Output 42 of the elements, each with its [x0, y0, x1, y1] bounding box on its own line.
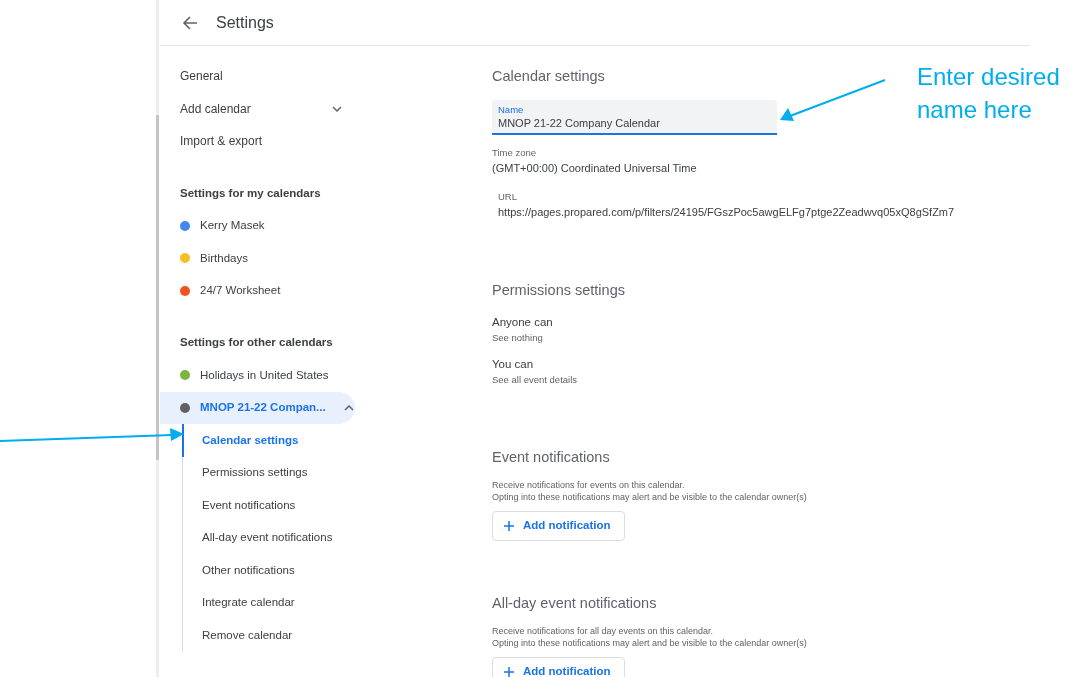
section-heading: Event notifications [492, 448, 610, 467]
url-text: https://pages.propared.com/p/filters/24195/FGszPoc5awgELFg7ptge2Zeadwvq05xQ8gSfZm7 [498, 204, 956, 220]
chevron-icon[interactable] [343, 403, 354, 412]
sidebar-subitem[interactable]: Event notifications [202, 496, 296, 514]
section-heading: All-day event notifications [492, 593, 657, 613]
sidebar-subitem[interactable]: Calendar settings [202, 431, 299, 449]
calendar-item[interactable]: Birthdays [160, 242, 355, 275]
add-notification-button[interactable]: Add notification [492, 656, 625, 677]
page-title: Settings [216, 12, 274, 33]
calendar-item[interactable]: Kerry Masek [160, 209, 355, 242]
sidebar-item[interactable]: Add calendar [180, 99, 251, 118]
section-heading: Settings for my calendars [180, 185, 321, 201]
calendar-item[interactable]: MNOP 21-22 Compan... [160, 391, 355, 424]
permission-value: See nothing [492, 331, 543, 346]
back-arrow-icon[interactable] [182, 14, 198, 31]
permission-label: You can [492, 356, 534, 372]
add-notification-button[interactable]: Add notification [492, 510, 625, 541]
sidebar-subitem[interactable]: Permissions settings [202, 464, 308, 482]
section-heading: Settings for other calendars [180, 335, 333, 351]
field-label: URL [498, 189, 517, 204]
plus-icon [503, 665, 515, 677]
calendar-item[interactable]: 24/7 Worksheet [160, 274, 355, 307]
field-label: Time zone [492, 145, 536, 160]
field-value: (GMT+00:00) Coordinated Universal Time [492, 161, 697, 176]
chevron-icon[interactable] [332, 104, 342, 113]
sidebar-subitem[interactable]: Integrate calendar [202, 594, 295, 612]
section-heading: Permissions settings [492, 281, 625, 301]
sidebar-subitem[interactable]: All-day event notifications [202, 529, 333, 547]
permission-value: See all event details [492, 372, 578, 387]
sidebar-subitem[interactable]: Remove calendar [202, 626, 293, 644]
sidebar-item[interactable]: Import & export [180, 132, 263, 151]
description-text: Receive notifications for events on this calendar. Opting into these notifications may alert and be visible to the calendar owner(s) [492, 478, 807, 503]
plus-icon [503, 519, 515, 532]
arrow-icon [778, 76, 888, 124]
permission-label: Anyone can [492, 315, 553, 330]
section-heading: Calendar settings [492, 67, 605, 86]
sidebar-item[interactable]: General [180, 67, 223, 86]
description-text: Receive notifications for all day events on this calendar. Opting into these notifications may alert and be visible to the calendar owner(s) [492, 624, 807, 649]
calendar-item[interactable]: Holidays in United States [160, 359, 355, 392]
sidebar-subitem[interactable]: Other notifications [202, 561, 295, 579]
name-field[interactable]: Name MNOP 21-22 Company Calendar [492, 99, 777, 135]
annotation-text: Enter desired name here [917, 62, 1060, 125]
